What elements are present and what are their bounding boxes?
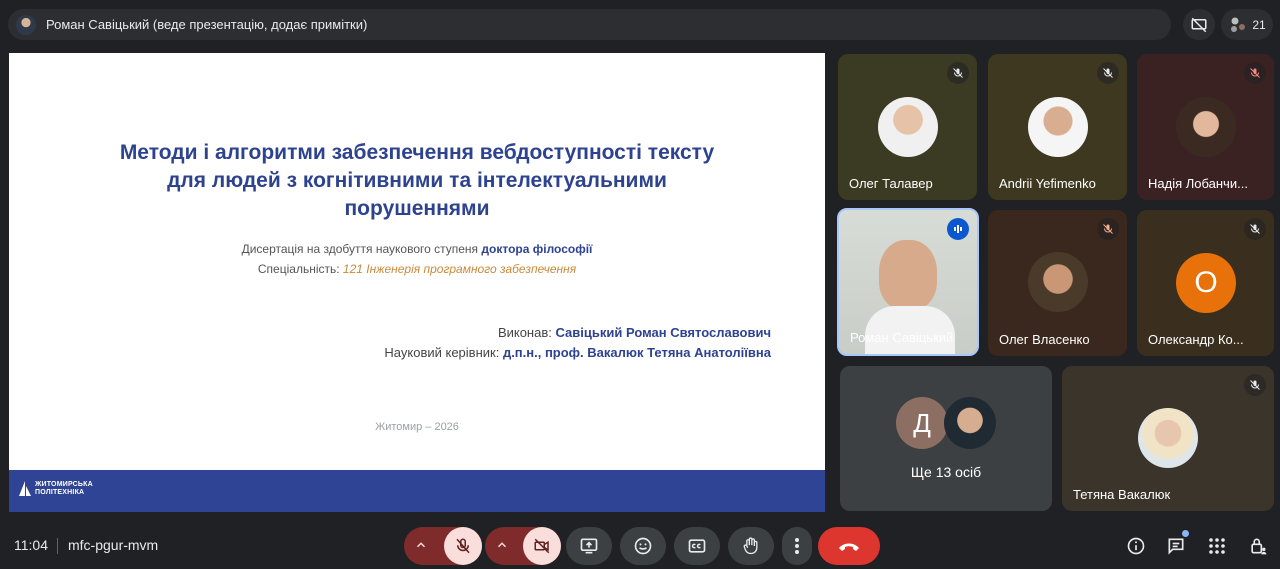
university-logo: ЖИТОМИРСЬКА ПОЛІТЕХНІКА (17, 480, 93, 498)
divider (57, 538, 58, 554)
camera-options-chevron-icon[interactable] (495, 538, 509, 557)
spec-label: Спеціальність: (257, 262, 340, 276)
speaking-icon (947, 218, 969, 240)
sail-logo-icon (19, 481, 31, 496)
author-label: Виконав: (497, 325, 552, 340)
initial-avatar: Д (896, 397, 948, 449)
avatar (1138, 408, 1198, 468)
participant-name: Надія Лобанчи... (1148, 176, 1248, 191)
presentation-slide: Методи і алгоритми забезпечення вебдосту… (9, 53, 825, 512)
participant-tile[interactable]: О Олександр Ко... (1137, 210, 1274, 356)
unread-dot (1182, 530, 1189, 537)
advisor-label: Науковий керівник: (384, 345, 500, 360)
present-button[interactable] (566, 527, 612, 565)
present-off-icon (1191, 17, 1207, 32)
slide-title-line-1: Методи і алгоритми забезпечення вебдосту… (119, 141, 715, 164)
meeting-details-button[interactable] (1124, 534, 1148, 558)
mic-off-icon (1097, 62, 1119, 84)
more-vert-icon (795, 538, 799, 554)
participant-name: Олег Власенко (999, 332, 1090, 347)
chat-button[interactable] (1164, 530, 1189, 558)
reactions-button[interactable] (620, 527, 666, 565)
avatar (944, 397, 996, 449)
mic-off-icon (1097, 218, 1119, 240)
presenter-text: Роман Савіцький (веде презентацію, додає… (46, 17, 368, 32)
participant-name: Andrii Yefimenko (999, 176, 1096, 191)
apps-grid-icon (1209, 538, 1225, 554)
mic-off-icon (947, 62, 969, 84)
degree-prefix: Дисертація на здобуття наукового ступеня (241, 242, 479, 256)
leave-call-button[interactable] (818, 527, 880, 565)
advisor-name: д.п.н., проф. Вакалюк Тетяна Анатоліївна (502, 345, 771, 360)
mic-off-icon (1244, 374, 1266, 396)
slide-city-year: Житомир – 2026 (375, 421, 459, 433)
avatar (878, 97, 938, 157)
camera-control-group (485, 527, 561, 565)
participant-tile[interactable]: Тетяна Вакалюк (1062, 366, 1274, 511)
camera-toggle-button[interactable] (523, 527, 561, 565)
author-name: Савіцький Роман Святославович (555, 325, 772, 340)
meeting-code: mfc-pgur-mvm (68, 537, 159, 553)
participant-name: Олег Талавер (849, 176, 933, 191)
slide-degree-info: Дисертація на здобуття наукового ступеня… (9, 239, 825, 279)
more-options-button[interactable] (782, 527, 812, 565)
camera-off-icon (534, 538, 550, 554)
slide-title-line-2: для людей з когнітивними та інтелектуаль… (167, 169, 667, 192)
mic-off-icon (1244, 62, 1266, 84)
emoji-icon (634, 537, 652, 555)
participant-tile-speaking[interactable]: Роман Савіцький (837, 208, 979, 356)
hand-icon (743, 537, 758, 555)
activities-button[interactable] (1205, 534, 1229, 558)
slide-title: Методи і алгоритми забезпечення вебдосту… (49, 139, 785, 223)
participant-name: Олександр Ко... (1148, 332, 1244, 347)
degree-name: доктора філософії (481, 242, 593, 256)
mic-toggle-button[interactable] (444, 527, 482, 565)
mic-options-chevron-icon[interactable] (414, 538, 428, 557)
info-icon (1127, 537, 1145, 555)
participant-tile[interactable]: Andrii Yefimenko (988, 54, 1127, 200)
mic-off-icon (1244, 218, 1266, 240)
participant-name: Роман Савіцький (850, 330, 954, 345)
host-controls-button[interactable] (1246, 534, 1270, 558)
chat-icon (1168, 538, 1184, 555)
others-tile[interactable]: Д Ще 13 осіб (840, 366, 1052, 511)
presenter-avatar (16, 14, 36, 35)
hang-up-icon (839, 543, 859, 551)
avatar (1028, 252, 1088, 312)
captions-icon (688, 539, 706, 553)
participants-count: 21 (1252, 17, 1266, 32)
mic-off-icon (456, 538, 470, 554)
mic-control-group (404, 527, 482, 565)
participant-tile[interactable]: Олег Власенко (988, 210, 1127, 356)
initial-avatar: О (1176, 253, 1236, 313)
raise-hand-button[interactable] (728, 527, 774, 565)
people-icon (1231, 17, 1246, 32)
presenter-bar: Роман Савіцький (веде презентацію, додає… (8, 9, 1171, 40)
avatar (1028, 97, 1088, 157)
captions-button[interactable] (674, 527, 720, 565)
present-screen-icon (580, 538, 598, 554)
participants-button[interactable]: 21 (1221, 9, 1273, 40)
participant-tile[interactable]: Надія Лобанчи... (1137, 54, 1274, 200)
slide-footer: ЖИТОМИРСЬКА ПОЛІТЕХНІКА (9, 470, 825, 512)
participant-name: Тетяна Вакалюк (1073, 487, 1171, 502)
lock-person-icon (1251, 538, 1267, 555)
avatar (1176, 97, 1236, 157)
others-count-label: Ще 13 осіб (910, 464, 982, 480)
participant-tile[interactable]: Олег Талавер (838, 54, 977, 200)
slide-title-line-3: порушеннями (344, 197, 490, 220)
slide-authors: Виконав: Савіцький Роман Святославович Н… (384, 323, 771, 363)
clock: 11:04 (14, 537, 48, 553)
stop-presenting-button[interactable] (1183, 9, 1215, 40)
spec-value: 121 Інженерія програмного забезпечення (342, 262, 577, 276)
speaker-face (879, 240, 937, 310)
